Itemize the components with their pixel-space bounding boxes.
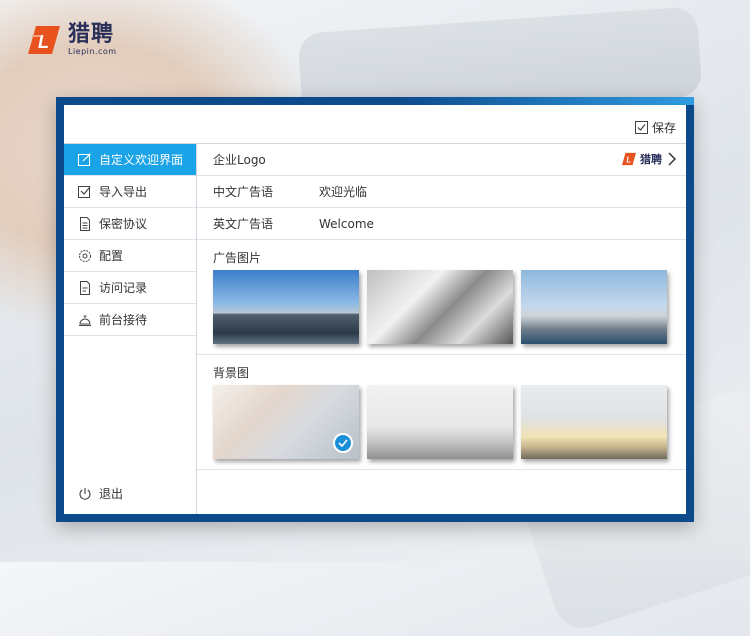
ad-image-city-skyline[interactable] [213,270,359,344]
logout-label: 退出 [99,487,124,501]
sidebar-item-reception[interactable]: 前台接待 [64,304,196,336]
brand-name-en: Liepin.com [68,47,117,56]
cn-slogan-value[interactable]: 欢迎光临 [319,183,367,200]
document-icon [80,216,90,231]
cn-slogan-row[interactable]: 中文广告语 欢迎光临 [197,176,686,208]
sidebar-item-label: 配置 [99,249,124,263]
import-export-icon [78,185,91,198]
company-logo-label: 企业Logo [213,153,266,167]
ad-images-title: 广告图片 [213,251,262,265]
gear-icon [79,249,91,262]
settings-window: 保存 自定义欢迎界面 导入导出 保密协议 配置 访问记录 前台接待 退出 企业L… [56,97,694,522]
liepin-logo-icon: L [26,24,62,56]
save-button[interactable]: 保存 [634,119,676,136]
sidebar-item-label: 保密协议 [99,217,148,231]
power-icon [79,487,91,500]
cn-slogan-label: 中文广告语 [213,185,274,199]
logout-button[interactable]: 退出 [78,485,123,502]
background-image-city-sunset[interactable] [521,385,667,459]
sidebar-item-import-export[interactable]: 导入导出 [64,176,196,208]
liepin-logo-icon: L [622,152,636,166]
save-label: 保存 [651,121,676,135]
ad-image-city-towers[interactable] [521,270,667,344]
sidebar-item-label: 导入导出 [99,185,148,199]
ad-images-section: 广告图片 [197,240,686,355]
top-toolbar: 保存 [64,105,686,144]
brand-logo: L 猎聘 Liepin.com [26,24,117,56]
company-logo-row[interactable]: 企业Logo L 猎聘 [197,144,686,176]
en-slogan-label: 英文广告语 [213,217,274,231]
company-logo-text: 猎聘 [640,153,662,166]
selected-check-icon [333,433,353,453]
background-images-title: 背景图 [213,366,250,380]
sidebar-item-label: 自定义欢迎界面 [99,153,184,167]
background-images-section: 背景图 [197,355,686,470]
en-slogan-value[interactable]: Welcome [319,217,374,231]
brand-name-cn: 猎聘 [68,22,115,47]
checkbox-icon [634,121,648,134]
reception-bell-icon [79,315,91,326]
record-icon [80,280,90,295]
edit-icon [78,152,91,166]
settings-panel: 保存 自定义欢迎界面 导入导出 保密协议 配置 访问记录 前台接待 退出 企业L… [64,105,686,514]
main-content: 企业Logo L 猎聘 中文广告语 欢迎光临 英文广告语 Welcome 广告图… [197,144,686,514]
sidebar-item-label: 访问记录 [99,281,148,295]
company-logo-preview: L 猎聘 [621,151,676,167]
background-image-tablet[interactable] [213,385,359,459]
sidebar: 自定义欢迎界面 导入导出 保密协议 配置 访问记录 前台接待 退出 [64,144,197,514]
svg-text:L: L [626,156,631,165]
frame-accent-stripe [394,97,694,105]
sidebar-item-label: 前台接待 [99,313,148,327]
sidebar-item-confidentiality[interactable]: 保密协议 [64,208,196,240]
svg-text:L: L [38,32,49,52]
chevron-right-icon[interactable] [668,152,676,166]
ad-image-office-desk[interactable] [367,270,513,344]
sidebar-item-custom-welcome[interactable]: 自定义欢迎界面 [64,144,196,176]
en-slogan-row[interactable]: 英文广告语 Welcome [197,208,686,240]
background-image-office-room[interactable] [367,385,513,459]
sidebar-item-visit-records[interactable]: 访问记录 [64,272,196,304]
sidebar-item-config[interactable]: 配置 [64,240,196,272]
